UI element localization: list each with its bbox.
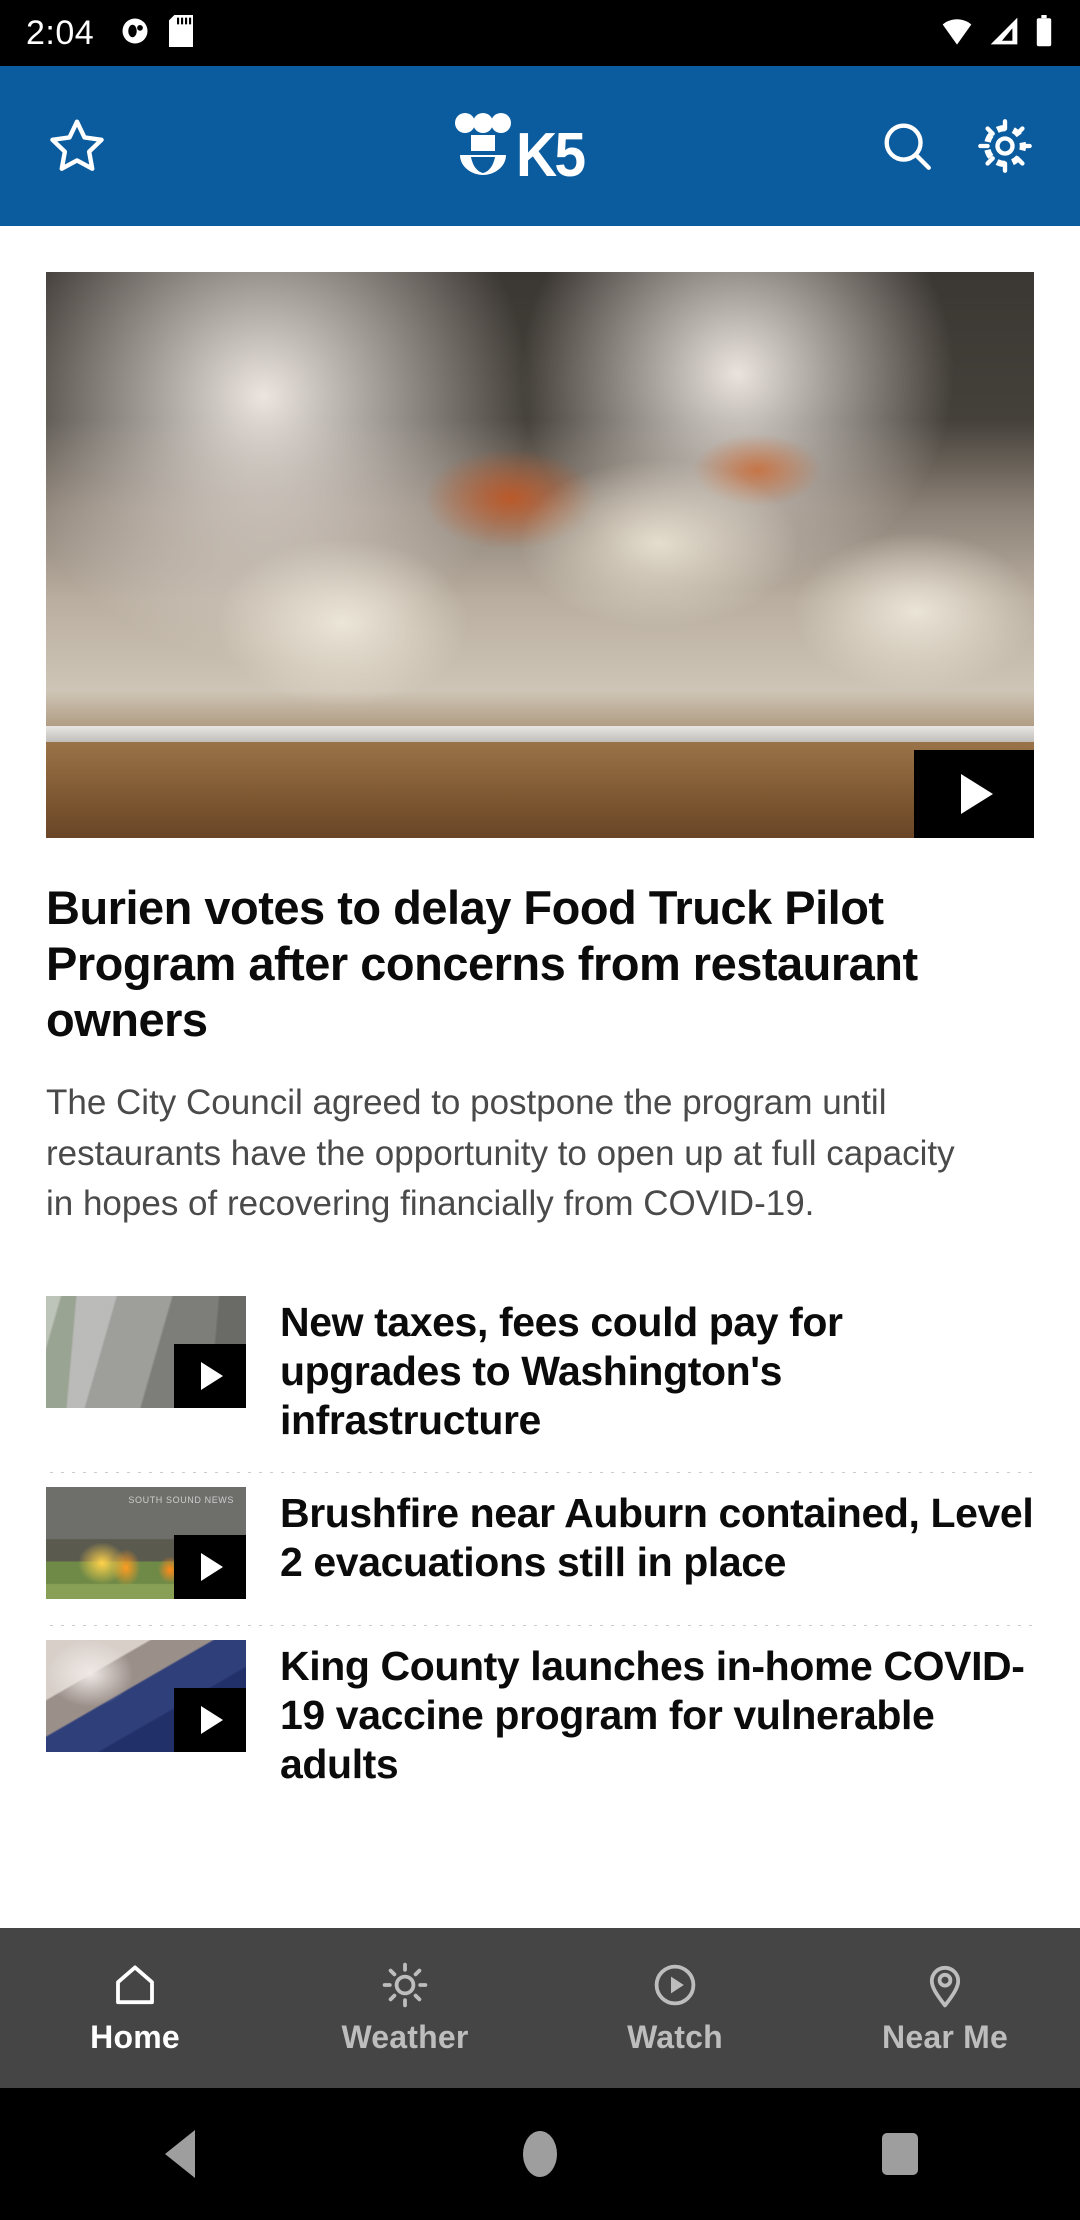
nbc-peacock-icon [454, 111, 512, 182]
app-header: K5 [0, 66, 1080, 226]
header-left [46, 115, 166, 177]
hero-media[interactable] [46, 272, 1034, 838]
play-icon[interactable] [914, 750, 1034, 838]
home-icon [111, 1961, 159, 2009]
nav-label-near-me: Near Me [882, 2018, 1008, 2055]
k5-logo-mark: K5 [454, 111, 589, 190]
play-circle-icon [651, 1961, 699, 2009]
phone-screen: 2:04 K5 Burien votes to delay Food Truck… [0, 0, 1080, 2220]
sun-icon [381, 1961, 429, 2009]
recents-square-icon [882, 2133, 918, 2175]
nav-label-weather: Weather [341, 2018, 469, 2055]
nav-item-home[interactable]: Home [0, 1961, 270, 2056]
hero-headline[interactable]: Burien votes to delay Food Truck Pilot P… [46, 880, 926, 1048]
article-list: New taxes, fees could pay for upgrades t… [0, 1282, 1080, 1815]
article-feed[interactable]: Burien votes to delay Food Truck Pilot P… [0, 226, 1080, 2088]
brushfire-thumbnail[interactable]: SOUTH SOUND NEWS [46, 1486, 246, 1599]
home-button[interactable] [460, 2131, 620, 2177]
nav-item-watch[interactable]: Watch [540, 1961, 810, 2056]
status-right-icons [940, 14, 1054, 52]
status-bar: 2:04 [0, 0, 1080, 66]
play-triangle [201, 1362, 223, 1391]
vaccine-thumbnail[interactable] [46, 1639, 246, 1752]
thumbnail-watermark: SOUTH SOUND NEWS [128, 1494, 234, 1505]
play-triangle [201, 1552, 223, 1581]
recents-button[interactable] [820, 2133, 980, 2175]
nav-item-near-me[interactable]: Near Me [810, 1961, 1080, 2056]
play-triangle [960, 774, 993, 814]
wifi-icon [940, 16, 974, 51]
status-left-icons [120, 14, 194, 52]
k5-wordmark: K5 [516, 120, 586, 190]
bottom-navigation-bar: Home Weather Watch Near Me [0, 1928, 1080, 2088]
back-triangle-icon [165, 2130, 195, 2178]
app-notification-icon [120, 16, 150, 51]
android-navigation-bar [0, 2088, 1080, 2220]
list-item-headline[interactable]: Brushfire near Auburn contained, Level 2… [280, 1487, 1034, 1587]
k5-logo[interactable]: K5 [166, 111, 878, 190]
list-item-headline[interactable]: King County launches in-home COVID-19 va… [280, 1640, 1034, 1790]
list-item[interactable]: SOUTH SOUND NEWS Brushfire near Auburn c… [46, 1473, 1034, 1625]
sd-card-icon [168, 14, 194, 52]
hero-article[interactable] [0, 226, 1080, 838]
hero-summary: The City Council agreed to postpone the … [46, 1082, 955, 1224]
list-item[interactable]: King County launches in-home COVID-19 va… [46, 1626, 1034, 1816]
battery-icon [1034, 14, 1054, 52]
list-item-headline[interactable]: New taxes, fees could pay for upgrades t… [280, 1296, 1034, 1446]
status-clock: 2:04 [26, 13, 95, 52]
hero-photo-counter [46, 742, 1034, 838]
play-icon[interactable] [174, 1687, 246, 1752]
home-circle-icon [523, 2131, 557, 2177]
search-icon[interactable] [878, 117, 936, 175]
header-right [878, 117, 1034, 175]
list-item[interactable]: New taxes, fees could pay for upgrades t… [46, 1282, 1034, 1472]
highway-traffic-thumbnail[interactable] [46, 1296, 246, 1409]
gear-icon[interactable] [976, 117, 1034, 175]
nav-label-home: Home [90, 2018, 180, 2055]
back-button[interactable] [100, 2130, 260, 2178]
play-icon[interactable] [174, 1534, 246, 1599]
nav-item-weather[interactable]: Weather [270, 1961, 540, 2056]
cellular-signal-icon [988, 16, 1020, 51]
location-pin-icon [921, 1961, 969, 2009]
nav-label-watch: Watch [627, 2018, 723, 2055]
play-icon[interactable] [174, 1344, 246, 1409]
star-icon[interactable] [46, 115, 108, 177]
play-triangle [201, 1705, 223, 1734]
